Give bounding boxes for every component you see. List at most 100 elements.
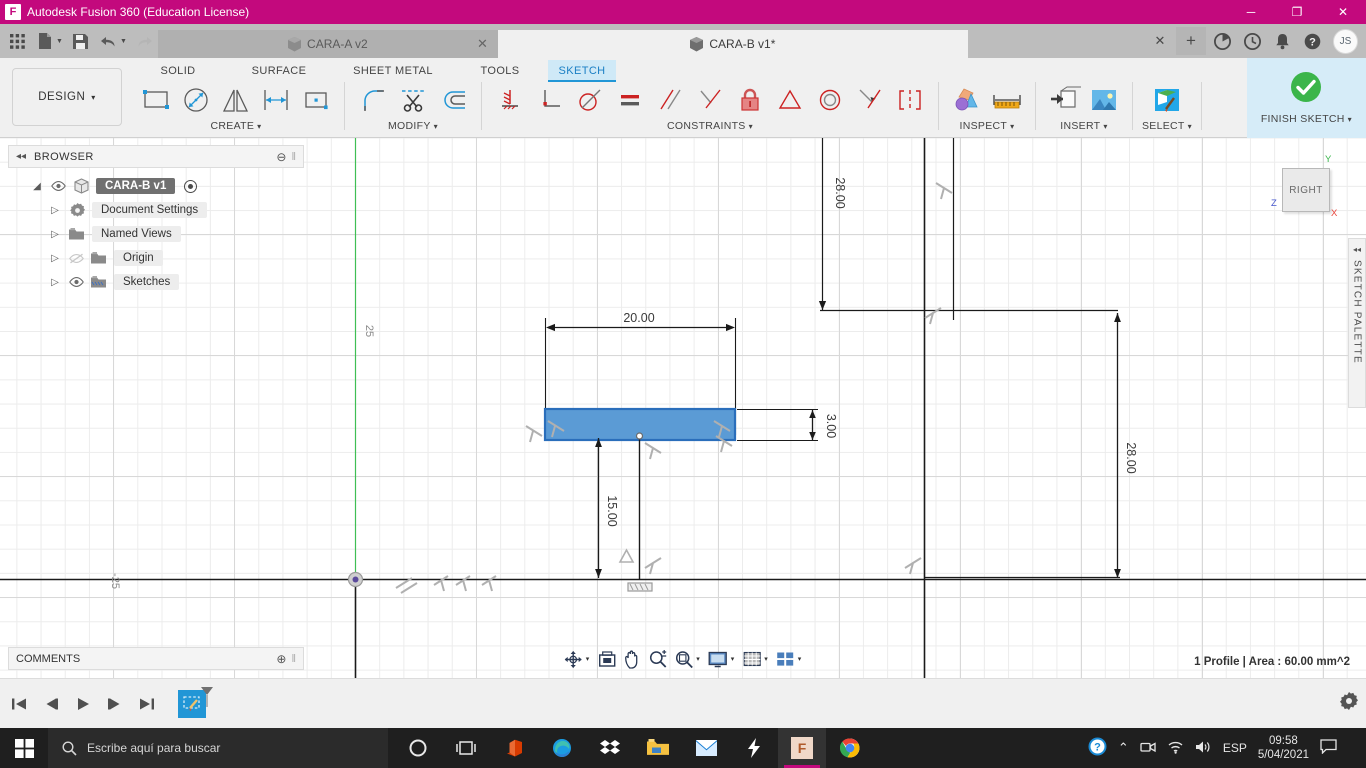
minimize-button[interactable]: ─ (1228, 0, 1274, 24)
undo-icon[interactable] (96, 28, 122, 54)
circle-icon[interactable] (177, 81, 215, 119)
comments-expand-icon[interactable]: ⊕ (276, 652, 286, 666)
equal-icon[interactable] (611, 81, 649, 119)
offset-icon[interactable] (434, 81, 472, 119)
look-at-icon[interactable] (594, 647, 619, 671)
step-forward-icon[interactable] (104, 691, 126, 717)
insert-image-icon[interactable] (1085, 81, 1123, 119)
rectangle-icon[interactable] (137, 81, 175, 119)
document-tab-close-icon-active[interactable]: ✕ (1146, 27, 1174, 55)
tray-chevron-icon[interactable]: ⌃ (1118, 740, 1129, 756)
redo-icon[interactable] (132, 28, 158, 54)
tangent-icon[interactable] (571, 81, 609, 119)
visibility-eye-icon[interactable] (68, 277, 84, 287)
finish-sketch-check-icon[interactable] (1289, 70, 1323, 109)
parallel-icon[interactable] (651, 81, 689, 119)
midpoint-icon[interactable] (771, 81, 809, 119)
document-tab-cara-a[interactable]: CARA-A v2 ✕ (157, 30, 498, 58)
tree-item-cara-b[interactable]: ◢ CARA-B v1 (8, 174, 304, 198)
browser-grip-icon[interactable]: ‖ (291, 151, 296, 163)
section-analysis-icon[interactable] (948, 81, 986, 119)
sketch-canvas[interactable]: 28.00 20.00 3.00 15.00 28.00 25 -25 ◂◂ B… (0, 138, 1366, 678)
document-tab-cara-b[interactable]: CARA-B v1* (497, 30, 968, 58)
workspace-selector[interactable]: DESIGN ▾ (12, 68, 122, 126)
file-explorer-icon[interactable] (634, 728, 682, 768)
ribbon-group-constraints-label[interactable]: CONSTRAINTS ▾ (667, 120, 753, 132)
tree-twisty-icon[interactable]: ◢ (30, 181, 44, 192)
chrome-icon[interactable] (826, 728, 874, 768)
view-cube-face[interactable]: RIGHT (1282, 168, 1330, 212)
taskbar-clock[interactable]: 09:58 5/04/2021 (1258, 734, 1309, 762)
ribbon-group-create-label[interactable]: CREATE ▾ (211, 120, 262, 132)
tab-solid[interactable]: SOLID (132, 65, 224, 77)
viewport-layout-icon[interactable] (773, 647, 798, 671)
orbit-caret-icon[interactable]: ▾ (586, 655, 590, 663)
help-circle-icon[interactable]: ? (1088, 737, 1107, 759)
fix-icon[interactable] (491, 81, 529, 119)
lightning-app-icon[interactable] (730, 728, 778, 768)
comments-grip-icon[interactable]: ‖ (291, 653, 296, 665)
mirror-icon[interactable] (217, 81, 255, 119)
notifications-icon[interactable] (1268, 27, 1296, 55)
browser-collapse-icon[interactable]: ◂◂ (16, 151, 26, 162)
lock-icon[interactable] (731, 81, 769, 119)
tree-twisty-icon[interactable]: ▷ (48, 253, 62, 264)
view-cube[interactable]: RIGHT Y X Z (1271, 154, 1344, 228)
tree-item-sketches[interactable]: ▷ Sketches (8, 270, 304, 294)
ribbon-group-inspect-label[interactable]: INSPECT ▾ (960, 120, 1015, 132)
step-back-icon[interactable] (40, 691, 62, 717)
close-button[interactable]: ✕ (1320, 0, 1366, 24)
zoom-icon[interactable] (645, 647, 670, 671)
recent-icon[interactable] (1238, 27, 1266, 55)
activate-component-radio[interactable] (184, 179, 198, 193)
new-file-icon[interactable] (32, 28, 58, 54)
windows-start-button[interactable] (0, 728, 48, 768)
browser-minimize-icon[interactable]: ⊖ (276, 150, 286, 164)
viewport-layout-caret-icon[interactable]: ▾ (798, 655, 802, 663)
maximize-button[interactable]: ❐ (1274, 0, 1320, 24)
tree-twisty-icon[interactable]: ▷ (48, 205, 62, 216)
show-desktop-button[interactable] (1348, 728, 1360, 768)
insert-derive-icon[interactable] (1045, 81, 1083, 119)
volume-icon[interactable] (1195, 740, 1212, 757)
symmetry-icon[interactable] (891, 81, 929, 119)
select-icon[interactable] (1148, 81, 1186, 119)
dimension-icon[interactable] (257, 81, 295, 119)
office-icon[interactable] (490, 728, 538, 768)
tree-item-origin[interactable]: ▷ Origin (8, 246, 304, 270)
tab-surface[interactable]: SURFACE (224, 65, 334, 77)
point-rectangle-icon[interactable] (297, 81, 335, 119)
display-settings-icon[interactable] (705, 647, 731, 671)
cortana-icon[interactable] (394, 728, 442, 768)
save-icon[interactable] (68, 28, 94, 54)
new-tab-button[interactable]: + (1176, 27, 1206, 55)
ribbon-group-insert-label[interactable]: INSERT ▾ (1060, 120, 1107, 132)
dropbox-icon[interactable] (586, 728, 634, 768)
tab-sketch[interactable]: SKETCH (548, 59, 616, 82)
mail-icon[interactable] (682, 728, 730, 768)
taskbar-search[interactable]: Escribe aquí para buscar (48, 728, 388, 768)
wifi-icon[interactable] (1167, 740, 1184, 757)
coincident-icon[interactable] (531, 81, 569, 119)
ribbon-group-select-label[interactable]: SELECT ▾ (1142, 120, 1192, 132)
camera-icon[interactable] (1140, 740, 1156, 757)
user-avatar[interactable]: JS (1333, 28, 1358, 54)
tree-twisty-icon[interactable]: ▷ (48, 277, 62, 288)
orbit-icon[interactable] (561, 647, 586, 671)
timeline-feature-sketch[interactable] (178, 686, 213, 718)
grid-snaps-icon[interactable] (739, 647, 764, 671)
tree-item-named-views[interactable]: ▷ Named Views (8, 222, 304, 246)
tab-sheet-metal[interactable]: SHEET METAL (334, 65, 452, 77)
app-grid-icon[interactable] (4, 28, 30, 54)
pan-icon[interactable] (620, 647, 644, 671)
help-icon[interactable]: ? (1298, 27, 1326, 55)
measure-icon[interactable] (988, 81, 1026, 119)
sketch-palette-collapse-icon[interactable]: ◂◂ (1353, 245, 1361, 254)
visibility-eye-icon[interactable] (50, 181, 66, 191)
timeline-settings-icon[interactable] (1340, 692, 1358, 715)
tree-item-document-settings[interactable]: ▷ Document Settings (8, 198, 304, 222)
document-tab-close-icon[interactable]: ✕ (477, 36, 488, 52)
grid-snaps-caret-icon[interactable]: ▾ (764, 655, 768, 663)
go-to-beginning-icon[interactable] (8, 691, 30, 717)
ribbon-group-modify-label[interactable]: MODIFY ▾ (388, 120, 438, 132)
